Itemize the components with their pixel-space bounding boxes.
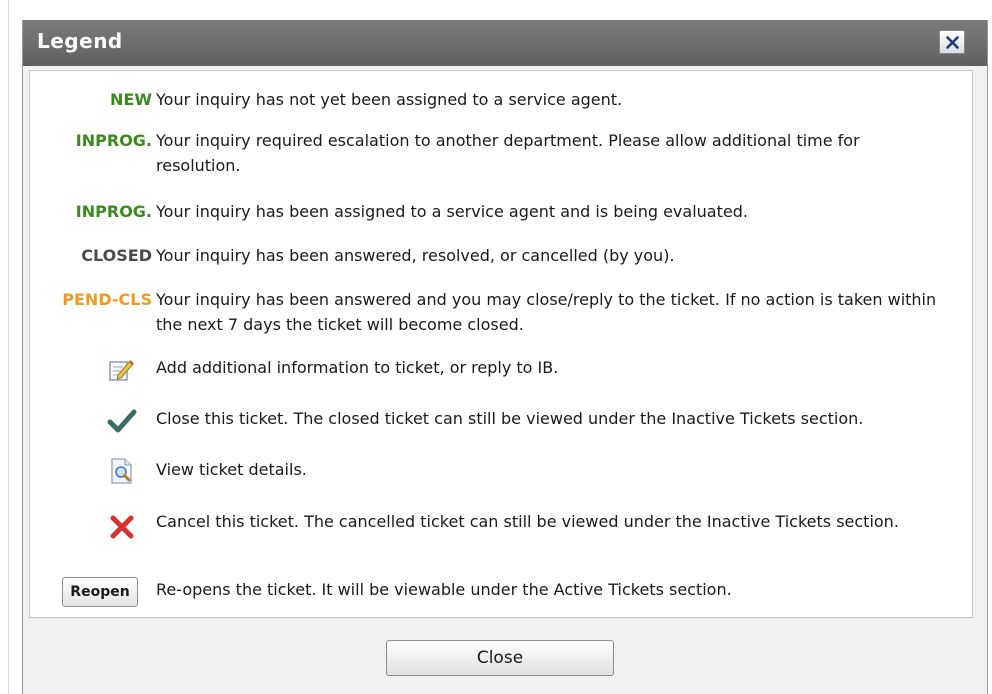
reopen-description: Re-opens the ticket. It will be viewable… bbox=[156, 580, 732, 599]
status-key-inprog: INPROG. bbox=[75, 131, 152, 150]
status-key-inprog: INPROG. bbox=[75, 202, 152, 221]
icon-description: Cancel this ticket. The cancelled ticket… bbox=[156, 512, 899, 531]
screen: Legend NEW Your inquiry has not yet been… bbox=[0, 0, 992, 694]
background-divider bbox=[8, 0, 9, 694]
checkmark-icon bbox=[107, 408, 137, 439]
icon-description: View ticket details. bbox=[156, 460, 307, 479]
status-description: Your inquiry has been answered, resolved… bbox=[156, 246, 675, 265]
icon-description: Add additional information to ticket, or… bbox=[156, 358, 559, 377]
status-key-closed: CLOSED bbox=[81, 246, 152, 265]
legend-content: NEW Your inquiry has not yet been assign… bbox=[29, 70, 973, 618]
status-key-pend-cls: PEND-CLS bbox=[62, 290, 152, 309]
icon-description: Close this ticket. The closed ticket can… bbox=[156, 409, 864, 428]
dialog-title: Legend bbox=[37, 29, 123, 53]
dialog-titlebar: Legend bbox=[23, 20, 987, 66]
reopen-button[interactable]: Reopen bbox=[62, 577, 138, 607]
status-description: Your inquiry has been assigned to a serv… bbox=[156, 202, 748, 221]
close-button[interactable]: Close bbox=[386, 640, 614, 676]
status-key-new: NEW bbox=[110, 90, 152, 109]
legend-dialog: Legend NEW Your inquiry has not yet been… bbox=[22, 20, 988, 694]
status-description: Your inquiry required escalation to anot… bbox=[156, 131, 860, 175]
status-description: Your inquiry has not yet been assigned t… bbox=[156, 90, 623, 109]
cancel-x-icon bbox=[110, 515, 134, 544]
view-details-icon bbox=[110, 457, 134, 490]
status-description: Your inquiry has been answered and you m… bbox=[156, 290, 937, 334]
close-icon[interactable] bbox=[939, 30, 965, 54]
edit-icon bbox=[108, 357, 134, 388]
